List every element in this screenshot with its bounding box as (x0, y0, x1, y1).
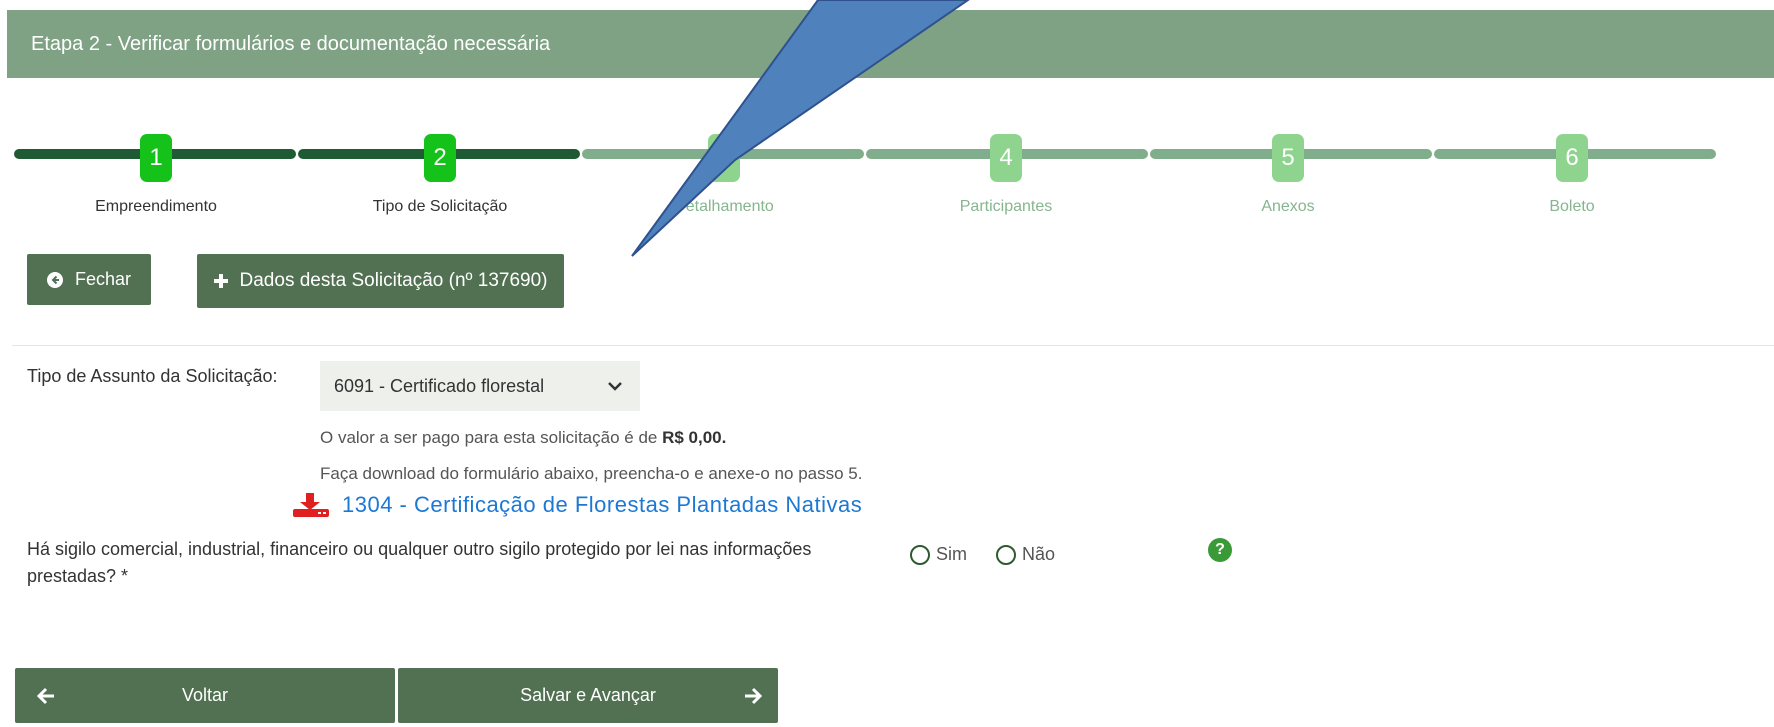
step-number-5[interactable]: 5 (1272, 134, 1304, 182)
step-label-4: Participantes (959, 198, 1053, 215)
secrecy-question: Há sigilo comercial, industrial, finance… (27, 536, 811, 590)
download-instructions: Faça download do formulário abaixo, pree… (320, 464, 863, 483)
subject-type-selected: 6091 - Certificado florestal (334, 375, 545, 396)
step-number-3[interactable]: 3 (708, 134, 740, 182)
close-button-label: Fechar (74, 269, 132, 289)
arrow-circle-left-icon (46, 271, 63, 288)
radio-circle[interactable] (910, 544, 930, 565)
close-button[interactable]: Fechar (27, 254, 151, 305)
step-number-6[interactable]: 6 (1556, 134, 1588, 182)
save-next-button-label: Salvar e Avançar (520, 685, 656, 705)
payment-info-text: O valor a ser pago para esta solicitação… (320, 428, 663, 447)
request-data-button-label: Dados desta Solicitação (nº 137690) (239, 270, 548, 291)
subject-type-select[interactable]: 6091 - Certificado florestal (320, 361, 640, 411)
save-next-button[interactable]: Salvar e Avançar (398, 668, 778, 723)
step-label-2: Tipo de Solicitação (372, 198, 508, 215)
question-icon[interactable]: ? (1208, 538, 1232, 562)
download-icon (293, 493, 329, 517)
subject-type-label: Tipo de Assunto da Solicitação: (27, 366, 278, 386)
payment-info: O valor a ser pago para esta solicitação… (320, 428, 726, 448)
secrecy-question-line-2: prestadas? * (27, 566, 129, 586)
step-number-2[interactable]: 2 (424, 134, 456, 182)
payment-amount: R$ 0,00. (662, 428, 727, 447)
secrecy-no-radio[interactable]: Não (996, 544, 1055, 565)
step-number-1[interactable]: 1 (140, 134, 172, 182)
back-button[interactable]: Voltar (15, 668, 395, 723)
form-download-link[interactable]: 1304 - Certificação de Florestas Plantad… (292, 492, 862, 518)
page-header: Etapa 2 - Verificar formulários e docume… (7, 10, 1774, 78)
annotation-arrow-icon (631, 0, 970, 257)
radio-circle[interactable] (996, 544, 1016, 565)
form-download-label: 1304 - Certificação de Florestas Plantad… (342, 492, 863, 517)
plus-icon (213, 274, 228, 288)
step-label-3: Detalhamento (674, 198, 774, 215)
chevron-down-icon (608, 382, 622, 391)
back-button-label: Voltar (181, 685, 229, 705)
secrecy-yes-radio[interactable]: Sim (910, 544, 967, 565)
page-title: Etapa 2 - Verificar formulários e docume… (31, 33, 551, 55)
step-number-4[interactable]: 4 (990, 134, 1022, 182)
request-data-button[interactable]: Dados desta Solicitação (nº 137690) (197, 254, 564, 308)
arrow-right-icon (745, 687, 762, 704)
step-label-5: Anexos (1261, 198, 1315, 215)
secrecy-yes-label: Sim (936, 544, 967, 564)
secrecy-question-line-1: Há sigilo comercial, industrial, finance… (27, 539, 812, 559)
secrecy-no-label: Não (1022, 544, 1056, 564)
step-label-6: Boleto (1549, 198, 1595, 215)
step-label-1: Empreendimento (95, 198, 217, 215)
divider (12, 345, 1774, 346)
